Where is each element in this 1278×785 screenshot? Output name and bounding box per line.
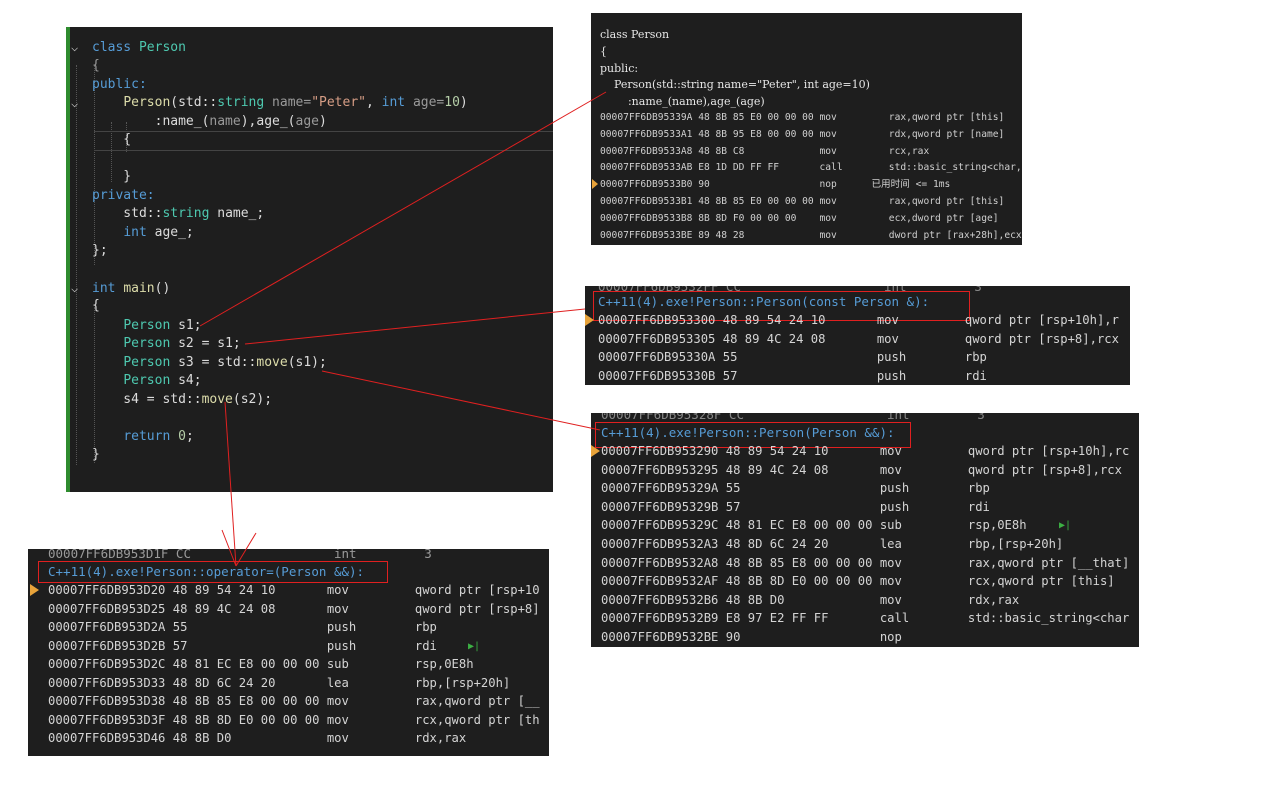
connector-s1 — [199, 91, 607, 327]
connector-s3 — [321, 370, 601, 431]
connector-lines — [199, 91, 607, 567]
arrowhead-right — [235, 532, 257, 567]
connector-s2 — [244, 308, 586, 345]
